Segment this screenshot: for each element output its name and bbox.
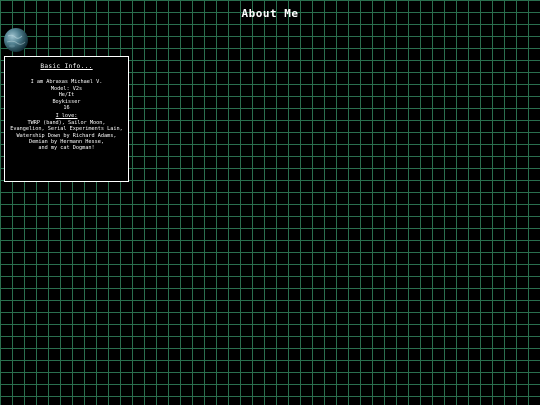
basic-info-box: Basic Info... I am Abraxas Michael V. Mo… (4, 56, 129, 182)
page-title: About Me (241, 7, 299, 20)
planet-icon (4, 28, 28, 52)
love-line: Evangelion, Serial Experiments Lain, (10, 126, 123, 133)
love-line: and my cat Dogman! (38, 145, 95, 152)
